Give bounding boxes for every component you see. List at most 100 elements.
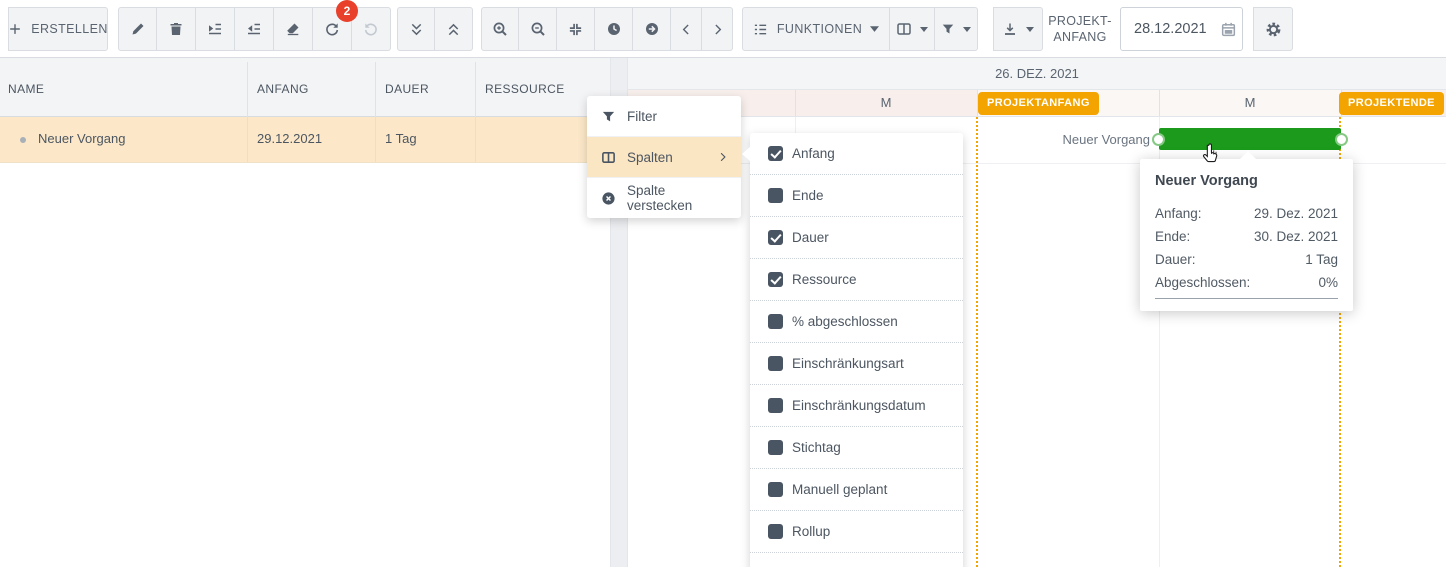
submenu-item-dauer[interactable]: Dauer bbox=[750, 217, 963, 259]
shift-previous-button[interactable] bbox=[595, 7, 633, 51]
column-resizer[interactable] bbox=[475, 62, 476, 117]
grid-header: NAME ANFANG DAUER RESSOURCE bbox=[0, 58, 610, 117]
task-tooltip: Neuer Vorgang Anfang:29. Dez. 2021 Ende:… bbox=[1140, 159, 1353, 311]
tooltip-row: Anfang:29. Dez. 2021 bbox=[1155, 202, 1338, 225]
create-button[interactable]: ERSTELLEN bbox=[8, 7, 108, 51]
checkbox[interactable] bbox=[768, 524, 783, 539]
zoom-to-fit-button[interactable] bbox=[557, 7, 595, 51]
tooltip-row: Ende:30. Dez. 2021 bbox=[1155, 225, 1338, 248]
redo-icon bbox=[363, 21, 379, 37]
submenu-item-stichtag[interactable]: Stichtag bbox=[750, 427, 963, 469]
zoom-in-icon bbox=[492, 21, 508, 37]
menu-item-spalten[interactable]: Spalten bbox=[587, 137, 741, 178]
tooltip-arrow bbox=[1239, 151, 1257, 160]
column-resizer[interactable] bbox=[247, 62, 248, 117]
checkbox[interactable] bbox=[768, 482, 783, 497]
gantt-app: ERSTELLEN 2 bbox=[0, 0, 1446, 567]
checkbox[interactable] bbox=[768, 230, 783, 245]
eraser-icon bbox=[285, 21, 301, 37]
column-picker-submenu: Anfang Ende Dauer Ressource % abgeschlos… bbox=[750, 133, 963, 567]
cell-dauer[interactable]: 1 Tag bbox=[385, 131, 417, 146]
project-end-badge: PROJEKTENDE bbox=[1339, 92, 1444, 115]
submenu-item-anfang[interactable]: Anfang bbox=[750, 133, 963, 175]
gear-icon bbox=[1265, 21, 1282, 38]
filter-menu-button[interactable] bbox=[935, 7, 978, 51]
checkbox[interactable] bbox=[768, 146, 783, 161]
task-row[interactable]: Neuer Vorgang 29.12.2021 1 Tag bbox=[0, 117, 610, 163]
download-icon bbox=[1002, 21, 1018, 37]
task-resize-handle-right[interactable] bbox=[1335, 133, 1348, 146]
scroll-right-button[interactable] bbox=[702, 7, 733, 51]
plus-icon bbox=[8, 22, 22, 36]
clock-icon bbox=[606, 21, 622, 37]
submenu-item-einschraenkungsdatum[interactable]: Einschränkungsdatum bbox=[750, 385, 963, 427]
filter-icon bbox=[601, 109, 617, 124]
menu-item-spalte-verstecken[interactable]: Spalte verstecken bbox=[587, 178, 741, 218]
trash-icon bbox=[168, 21, 184, 37]
caret-down-icon bbox=[963, 27, 971, 32]
submenu-item-ressource[interactable]: Ressource bbox=[750, 259, 963, 301]
caret-down-icon bbox=[870, 26, 879, 32]
tooltip-title: Neuer Vorgang bbox=[1155, 173, 1338, 189]
collapse-all-button[interactable] bbox=[435, 7, 473, 51]
expand-all-button[interactable] bbox=[397, 7, 435, 51]
pencil-icon bbox=[130, 21, 146, 37]
compress-icon bbox=[568, 22, 583, 37]
task-bar[interactable] bbox=[1159, 128, 1341, 150]
column-header-name[interactable]: NAME bbox=[8, 82, 44, 96]
edit-task-button[interactable] bbox=[118, 7, 157, 51]
column-header-ressource[interactable]: RESSOURCE bbox=[485, 82, 565, 96]
submenu-arrow bbox=[742, 146, 751, 162]
menu-item-label: Spalte verstecken bbox=[627, 183, 729, 213]
outdent-icon bbox=[246, 21, 262, 37]
delete-task-button[interactable] bbox=[157, 7, 196, 51]
zoom-in-button[interactable] bbox=[481, 7, 519, 51]
submenu-item-abgeschlossen[interactable]: % abgeschlossen bbox=[750, 301, 963, 343]
checkbox[interactable] bbox=[768, 272, 783, 287]
column-header-anfang[interactable]: ANFANG bbox=[257, 82, 309, 96]
header-context-menu: Filter Spalten Spalte verstecken bbox=[587, 96, 741, 218]
filter-icon bbox=[941, 22, 955, 36]
week-label: 26. DEZ. 2021 bbox=[995, 66, 1079, 81]
clear-changes-button[interactable] bbox=[274, 7, 313, 51]
toolbar: ERSTELLEN 2 bbox=[0, 0, 1446, 58]
columns-icon bbox=[896, 21, 912, 37]
column-resizer[interactable] bbox=[375, 62, 376, 117]
submenu-item-manuell-geplant[interactable]: Manuell geplant bbox=[750, 469, 963, 511]
list-check-icon bbox=[753, 22, 768, 37]
redo-button[interactable] bbox=[352, 7, 391, 51]
shift-next-button[interactable] bbox=[633, 7, 671, 51]
checkbox[interactable] bbox=[768, 398, 783, 413]
submenu-item-einschraenkungsart[interactable]: Einschränkungsart bbox=[750, 343, 963, 385]
settings-button[interactable] bbox=[1253, 7, 1293, 51]
checkbox[interactable] bbox=[768, 314, 783, 329]
zoom-out-button[interactable] bbox=[519, 7, 557, 51]
scroll-left-button[interactable] bbox=[671, 7, 702, 51]
export-button[interactable] bbox=[993, 7, 1043, 51]
indent-button[interactable] bbox=[196, 7, 235, 51]
outdent-button[interactable] bbox=[235, 7, 274, 51]
project-start-line bbox=[976, 117, 978, 567]
tooltip-row: Dauer:1 Tag bbox=[1155, 248, 1338, 271]
calendar-icon[interactable] bbox=[1220, 21, 1237, 38]
features-menu-button[interactable]: FUNKTIONEN bbox=[742, 7, 890, 51]
chevron-right-icon bbox=[717, 151, 729, 163]
project-start-date-input[interactable] bbox=[1134, 21, 1220, 37]
submenu-item-ende[interactable]: Ende bbox=[750, 175, 963, 217]
menu-item-label: Filter bbox=[627, 109, 657, 124]
cell-anfang[interactable]: 29.12.2021 bbox=[257, 131, 322, 146]
columns-icon bbox=[601, 150, 617, 165]
column-header-dauer[interactable]: DAUER bbox=[385, 82, 429, 96]
chevron-left-icon bbox=[680, 23, 693, 36]
submenu-item-rollup[interactable]: Rollup bbox=[750, 511, 963, 553]
checkbox[interactable] bbox=[768, 440, 783, 455]
project-start-field-label: PROJEKT-ANFANG bbox=[1044, 13, 1116, 45]
project-start-badge: PROJEKTANFANG bbox=[978, 92, 1099, 115]
checkbox[interactable] bbox=[768, 356, 783, 371]
column-picker-button[interactable] bbox=[890, 7, 935, 51]
cell-name[interactable]: Neuer Vorgang bbox=[38, 131, 125, 146]
undo-icon bbox=[324, 21, 340, 37]
menu-item-filter[interactable]: Filter bbox=[587, 96, 741, 137]
task-resize-handle-left[interactable] bbox=[1152, 133, 1165, 146]
checkbox[interactable] bbox=[768, 188, 783, 203]
